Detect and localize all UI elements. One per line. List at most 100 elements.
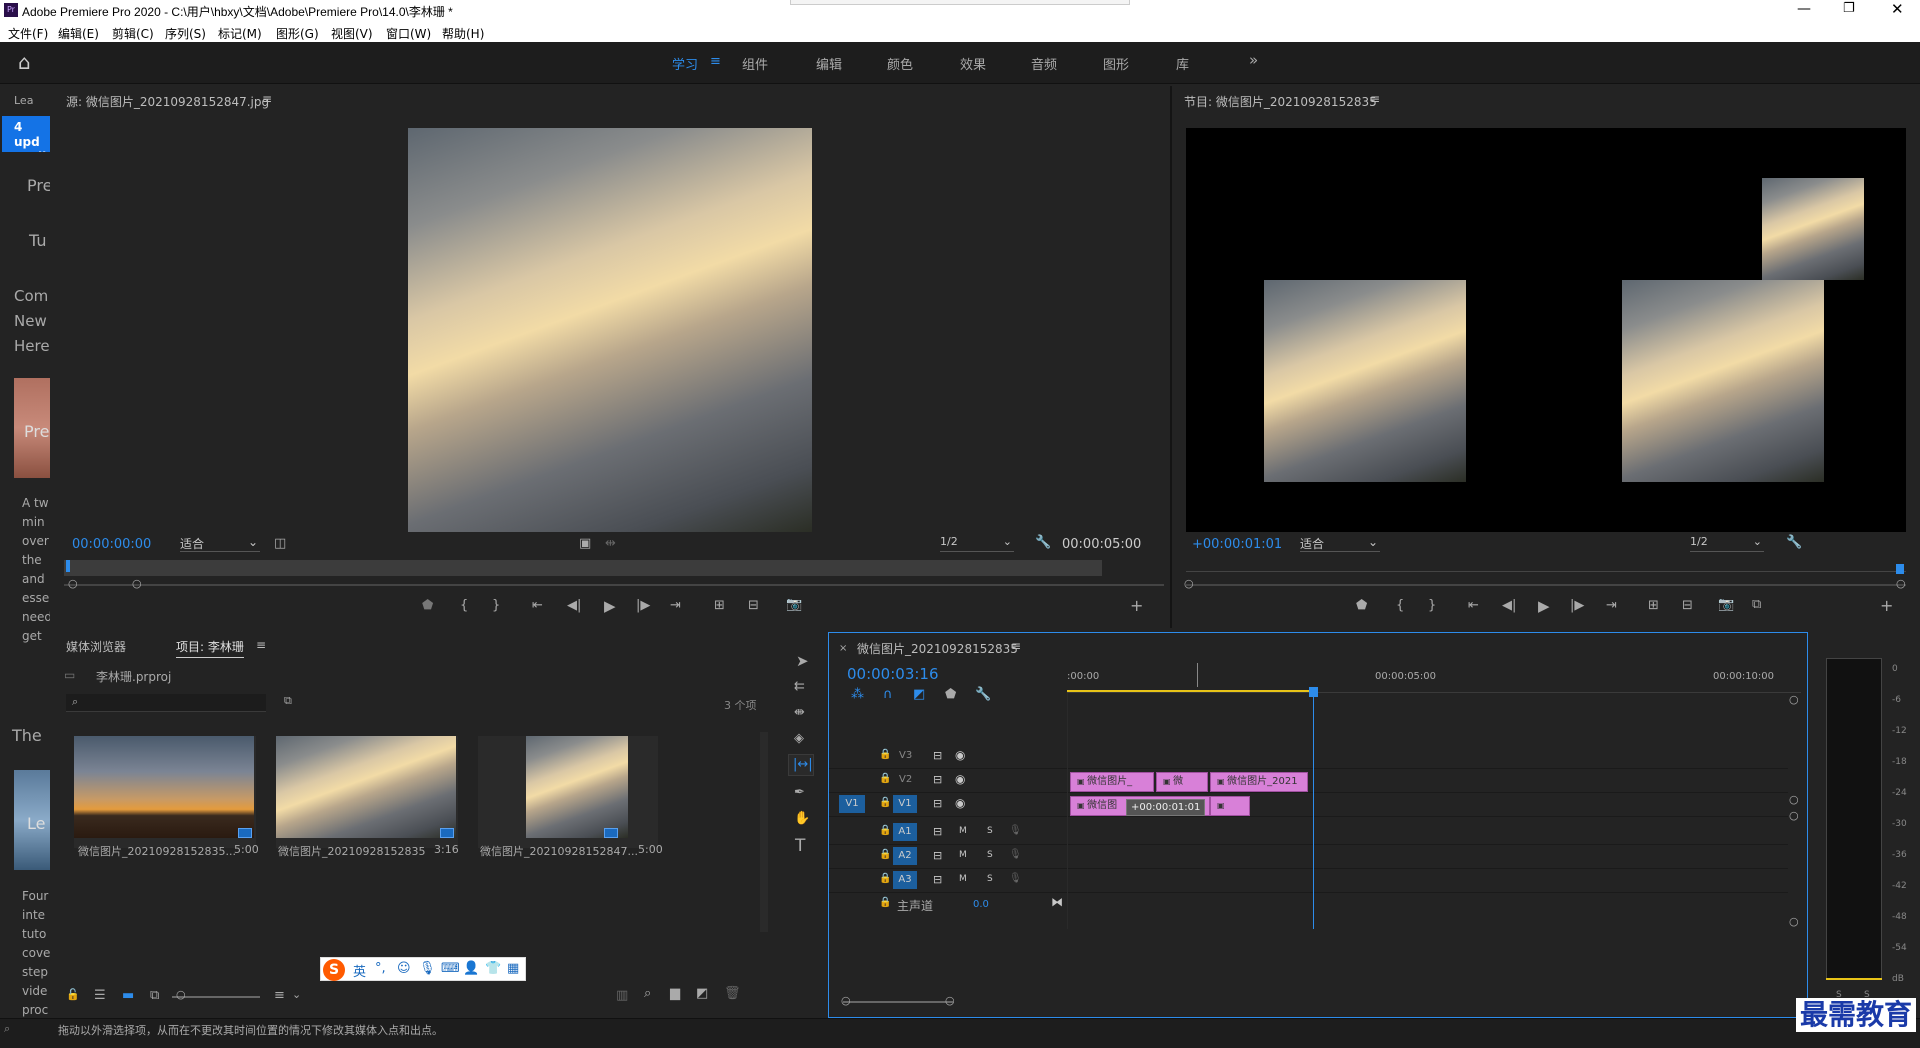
program-playhead[interactable] [1896, 564, 1904, 574]
workspace-tab-learn[interactable]: 学习 [672, 54, 698, 73]
tab-media-browser[interactable]: 媒体浏览器 [66, 638, 126, 655]
mark-in-icon[interactable]: { [1396, 598, 1404, 613]
eye-icon[interactable]: ◉ [955, 748, 965, 762]
export-frame-icon[interactable]: 📷 [786, 597, 802, 612]
timeline-settings-icon[interactable]: 🔧 [975, 687, 991, 702]
lock-icon[interactable]: 🔒 [879, 773, 891, 784]
timeline-timecode[interactable]: 00:00:03:16 [847, 665, 939, 683]
comparison-view-icon[interactable]: ⧉ [1752, 597, 1761, 612]
workspace-more-icon[interactable]: » [1249, 51, 1258, 69]
minimize-icon[interactable]: — [1797, 1, 1811, 17]
timeline-hscroll[interactable]: ○ ○ [841, 994, 1783, 1008]
master-volume[interactable]: 0.0 [973, 899, 989, 910]
add-marker-icon[interactable]: ⬟ [945, 687, 956, 702]
project-panel-menu-icon[interactable]: ≡ [256, 638, 266, 652]
nest-icon[interactable]: ⁂ [851, 687, 864, 702]
mute-button[interactable]: M [959, 826, 967, 836]
emoji-icon[interactable]: ☺ [397, 961, 411, 976]
step-back-icon[interactable]: ◀| [1502, 598, 1516, 613]
icon-view-icon[interactable]: ▬ [122, 988, 134, 1003]
zoom-handle-icon[interactable]: ○ [68, 577, 78, 590]
clear-icon[interactable]: 🗑 [724, 986, 741, 1001]
zoom-handle-icon[interactable]: ○ [1896, 577, 1906, 590]
marker-icon[interactable]: ⬟ [422, 598, 433, 613]
clip-v2-1[interactable]: ▣ 微信图片_ [1070, 772, 1154, 792]
lift-icon[interactable]: ⊞ [1648, 598, 1659, 613]
menu-help[interactable]: 帮助(H) [442, 25, 484, 42]
new-search-bin-icon[interactable]: ⧉ [284, 694, 292, 708]
type-tool-icon[interactable]: T [795, 836, 805, 856]
workspace-tab-audio[interactable]: 音频 [1031, 54, 1057, 73]
new-bin-icon[interactable]: ▆ [670, 986, 680, 1001]
chevron-down-icon[interactable]: ⌄ [292, 988, 301, 1001]
step-back-icon[interactable]: ◀| [567, 598, 581, 613]
new-item-icon[interactable]: ◩ [696, 986, 708, 1001]
program-zoom-bar[interactable] [1186, 584, 1906, 586]
timeline-playhead[interactable] [1313, 689, 1314, 929]
clip-v2-3[interactable]: ▣ 微信图片_2021 [1210, 772, 1308, 792]
menu-sequence[interactable]: 序列(S) [165, 25, 206, 42]
eye-icon[interactable]: ◉ [955, 772, 965, 786]
track-label[interactable]: A1 [893, 823, 917, 841]
track-select-tool-icon[interactable]: ⇇ [794, 679, 805, 694]
scroll-handle-icon[interactable]: ○ [1789, 809, 1799, 822]
go-to-out-icon[interactable]: ⇥ [670, 598, 681, 613]
add-button-icon[interactable]: + [1880, 596, 1893, 615]
play-icon[interactable]: ▶ [604, 597, 616, 615]
user-icon[interactable]: 👤 [463, 961, 479, 976]
home-icon[interactable]: ⌂ [18, 50, 31, 74]
solo-button[interactable]: S [987, 874, 993, 884]
punctuation-icon[interactable]: °, [375, 961, 386, 976]
track-label[interactable]: V2 [899, 774, 912, 785]
hscroll-thumb[interactable] [843, 1001, 953, 1003]
menu-graphics[interactable]: 图形(G) [276, 25, 319, 42]
sync-lock-icon[interactable]: ⊟ [933, 873, 942, 886]
program-panel-menu-icon[interactable]: ≡ [1370, 92, 1380, 106]
menu-edit[interactable]: 编辑(E) [58, 25, 99, 42]
drag-audio-icon[interactable]: ⇹ [605, 536, 616, 551]
scroll-handle-icon[interactable]: ○ [945, 994, 955, 1007]
restore-icon[interactable]: ❐ [1843, 1, 1855, 16]
insert-icon[interactable]: ⊞ [714, 598, 725, 613]
sogou-logo-icon[interactable]: S [323, 959, 345, 981]
mark-out-icon[interactable]: } [492, 598, 500, 613]
ripple-edit-tool-icon[interactable]: ⇼ [794, 705, 805, 720]
project-item[interactable] [74, 736, 256, 848]
workspace-tab-graphics[interactable]: 图形 [1103, 54, 1129, 73]
lock-icon[interactable]: 🔒 [879, 897, 891, 908]
mark-out-icon[interactable]: } [1428, 598, 1436, 613]
scroll-handle-icon[interactable]: ○ [841, 994, 851, 1007]
eye-icon[interactable]: ◉ [955, 796, 965, 810]
program-resolution-select[interactable]: 1/2 ⌄ [1690, 535, 1764, 552]
pen-tool-icon[interactable]: ✒ [794, 785, 805, 800]
skin-icon[interactable]: 👕 [485, 961, 501, 976]
go-to-in-icon[interactable]: ⇤ [1468, 598, 1479, 613]
source-timeline-bar[interactable] [64, 560, 1102, 576]
zoom-slider-handle-icon[interactable]: ○ [176, 988, 186, 1001]
timeline-vscroll[interactable]: ○ ○ ○ ○ [1787, 693, 1803, 929]
panel-divider[interactable] [1170, 86, 1172, 628]
sync-lock-icon[interactable]: ⊟ [933, 773, 942, 786]
workspace-tab-libraries[interactable]: 库 [1176, 54, 1189, 73]
lock-icon[interactable]: 🔒 [879, 825, 891, 836]
work-area-bar[interactable] [1067, 690, 1311, 692]
master-track-label[interactable]: 主声道 [897, 897, 933, 914]
microphone-icon[interactable]: 🎙 [1009, 849, 1022, 860]
add-button-icon[interactable]: + [1130, 596, 1143, 615]
menu-window[interactable]: 窗口(W) [386, 25, 431, 42]
workspace-tab-color[interactable]: 颜色 [887, 54, 913, 73]
solo-button[interactable]: S [987, 850, 993, 860]
wrench-icon[interactable]: 🔧 [1035, 535, 1051, 550]
project-scrollbar[interactable] [760, 732, 768, 932]
learn-tab[interactable]: Lea [14, 94, 33, 107]
microphone-icon[interactable]: 🎙 [419, 961, 436, 976]
drag-video-icon[interactable]: ▣ [579, 536, 591, 551]
project-item[interactable] [478, 736, 658, 848]
lock-icon[interactable]: 🔓 [66, 988, 80, 1001]
close-icon[interactable]: ✕ [1891, 0, 1904, 18]
workspace-tab-assembly[interactable]: 组件 [742, 54, 768, 73]
workspace-menu-icon[interactable]: ≡ [710, 54, 721, 69]
source-timecode[interactable]: 00:00:00:00 [72, 537, 151, 552]
workspace-tab-editing[interactable]: 编辑 [816, 54, 842, 73]
keyboard-icon[interactable]: ⌨ [441, 961, 460, 976]
